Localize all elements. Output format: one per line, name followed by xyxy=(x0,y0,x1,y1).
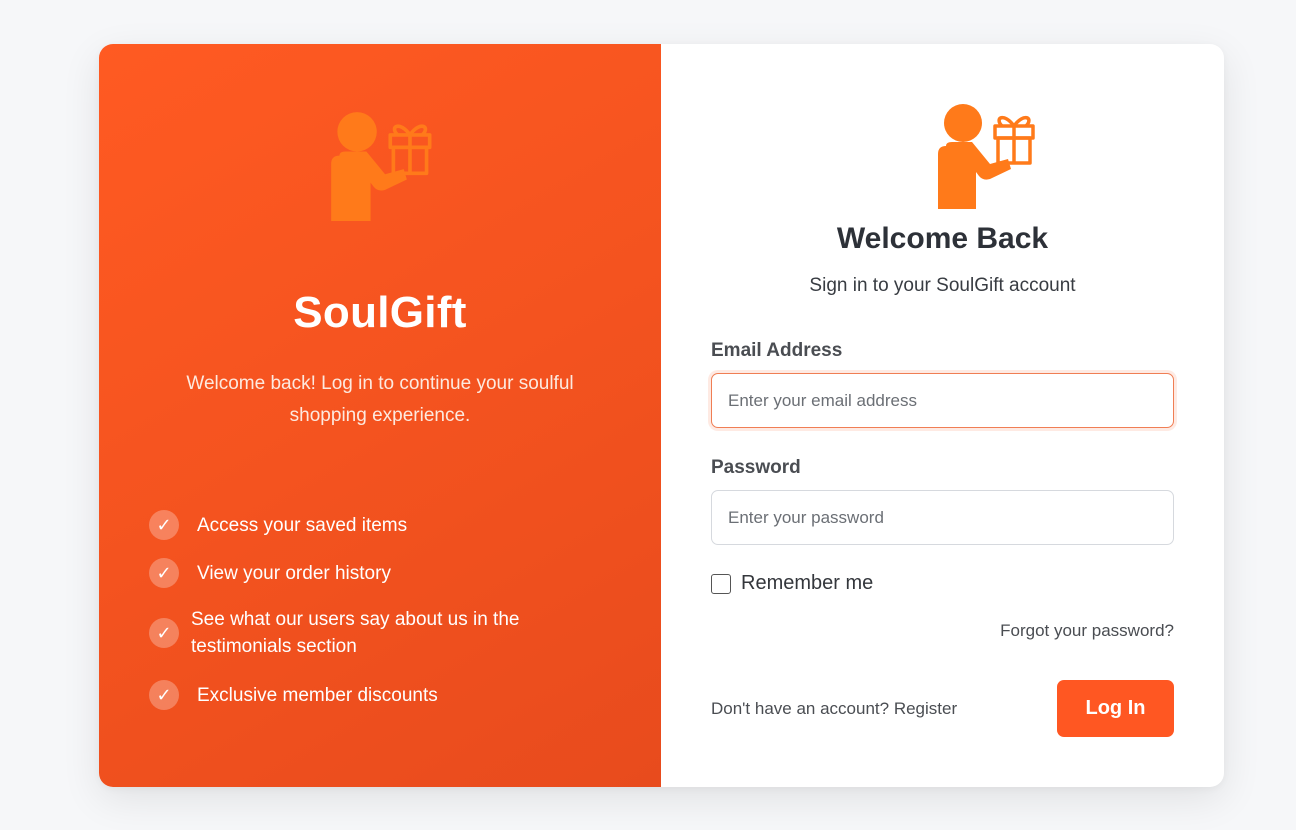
feature-text: See what our users say about us in the t… xyxy=(191,609,520,657)
remember-me-label: Remember me xyxy=(741,572,874,594)
brand-tagline: Welcome back! Log in to continue your so… xyxy=(186,373,574,426)
password-field[interactable] xyxy=(711,490,1174,545)
login-form-panel: Welcome Back Sign in to your SoulGift ac… xyxy=(661,44,1224,787)
feature-text: Access your saved items xyxy=(197,514,408,536)
feature-text: View your order history xyxy=(197,562,391,584)
checkmark-icon: ✓ xyxy=(149,618,179,648)
remember-me-checkbox[interactable]: Remember me xyxy=(711,572,873,595)
brand-name: SoulGift xyxy=(293,288,467,337)
person-gift-icon xyxy=(938,104,1035,209)
feature-item: ✓ Access your saved items xyxy=(149,510,407,540)
brand-panel: SoulGift Welcome back! Log in to continu… xyxy=(99,44,661,787)
login-button[interactable]: Log In xyxy=(1057,680,1174,737)
register-link[interactable]: Don't have an account? Register xyxy=(711,699,957,719)
password-label: Password xyxy=(711,457,801,478)
checkmark-icon: ✓ xyxy=(149,680,179,710)
checkmark-icon: ✓ xyxy=(149,510,179,540)
person-gift-icon xyxy=(331,112,432,221)
page-title: Welcome Back xyxy=(836,222,1049,255)
checkbox-box[interactable] xyxy=(711,573,731,594)
login-card: SoulGift Welcome back! Log in to continu… xyxy=(99,44,1224,787)
feature-text: Exclusive member discounts xyxy=(197,684,438,706)
email-field[interactable] xyxy=(711,373,1174,428)
email-label: Email Address xyxy=(711,340,843,361)
feature-item: ✓ Exclusive member discounts xyxy=(149,680,438,710)
forgot-password-link[interactable]: Forgot your password? xyxy=(1000,621,1174,641)
feature-item: ✓ See what our users say about us in the… xyxy=(149,606,559,660)
checkmark-icon: ✓ xyxy=(149,558,179,588)
feature-item: ✓ View your order history xyxy=(149,558,391,588)
page-subtitle: Sign in to your SoulGift account xyxy=(809,275,1076,296)
